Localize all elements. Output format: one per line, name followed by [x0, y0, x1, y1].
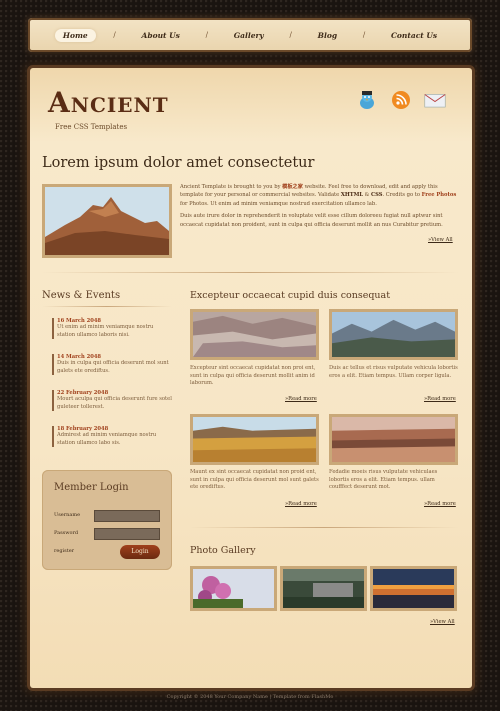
password-input[interactable]	[94, 528, 160, 540]
site-logo[interactable]: Ancient	[48, 86, 169, 119]
free-photos-link[interactable]: Free Photos	[422, 192, 457, 198]
feature-headline: Lorem ipsum dolor amet consectetur	[42, 155, 315, 171]
read-more-link[interactable]: »Read more	[285, 501, 317, 507]
register-link[interactable]: register	[54, 548, 74, 554]
news-text: Mourt aculpa qui officia deserunt fure s…	[57, 396, 172, 410]
gallery-title: Photo Gallery	[190, 545, 256, 556]
read-more-link[interactable]: »Read more	[424, 501, 456, 507]
read-more-link[interactable]: »Read more	[424, 396, 456, 402]
feature-paragraph-1: Ancient Template is brought to you by 模板…	[180, 184, 457, 207]
nav-contact-us[interactable]: Contact Us	[383, 29, 445, 42]
nav-separator: /	[289, 31, 292, 39]
news-text: Duis in culpa qui officia deserunt mol s…	[57, 360, 169, 374]
article-thumbnail[interactable]	[190, 414, 319, 465]
credit-link[interactable]: 模板之家	[282, 184, 303, 190]
article-text: Fedadie moeis risus vulputate vehiculaes…	[329, 469, 438, 490]
social-icons	[356, 90, 446, 110]
news-title: News & Events	[42, 290, 121, 301]
nav-gallery[interactable]: Gallery	[226, 29, 272, 42]
article-text: Duis ac tellus et risus vulputate vehicu…	[329, 365, 458, 379]
twitter-bird-icon[interactable]	[356, 90, 378, 110]
gallery-image[interactable]	[280, 566, 367, 611]
nav-home[interactable]: Home	[54, 28, 96, 42]
article-text: Maunt ex sint occaecat cupidatat non pro…	[190, 469, 319, 490]
article-text: Excepteur sint occaecat cupidatat non pr…	[190, 365, 316, 386]
gallery-image[interactable]	[370, 566, 457, 611]
mail-icon[interactable]	[424, 90, 446, 110]
news-item[interactable]: 18 February 2048 Admirest ad minim venia…	[52, 426, 172, 447]
news-text: Admirest ad minim veniamque nostru stati…	[57, 432, 157, 446]
member-login-box: Member Login Username Password register …	[42, 470, 172, 570]
news-text: Ut enim ad minim veniamque nostru statio…	[57, 324, 154, 338]
login-button[interactable]: Login	[120, 545, 160, 559]
nav-about-us[interactable]: About Us	[134, 29, 188, 42]
feature-view-all-link[interactable]: »View All	[428, 237, 453, 243]
site-tagline: Free CSS Templates	[55, 123, 128, 131]
top-nav: Home / About Us / Gallery / Blog / Conta…	[28, 18, 472, 52]
gallery-view-all-link[interactable]: »View All	[430, 619, 455, 625]
nav-separator: /	[205, 31, 208, 39]
article-thumbnail[interactable]	[329, 309, 458, 360]
footer-copyright: Copyright © 2048 Your Company Name | Tem…	[166, 694, 334, 700]
section-divider	[42, 272, 458, 273]
nav-separator: /	[113, 31, 116, 39]
rss-icon[interactable]	[390, 90, 412, 110]
section-divider	[190, 527, 458, 528]
articles-title: Excepteur occaecat cupid duis consequat	[190, 290, 391, 301]
gallery-image[interactable]	[190, 566, 277, 611]
feature-paragraph-2: Duis aute irure dolor in reprehenderit i…	[180, 213, 443, 228]
feature-text: Ancient Template is brought to you by 模板…	[180, 183, 458, 233]
news-item[interactable]: 16 March 2048 Ut enim ad minim veniamque…	[52, 318, 172, 339]
news-item[interactable]: 14 March 2048 Duis in culpa qui officia …	[52, 354, 172, 375]
nav-blog[interactable]: Blog	[310, 29, 345, 42]
read-more-link[interactable]: »Read more	[285, 396, 317, 402]
news-divider	[42, 306, 172, 307]
article-thumbnail[interactable]	[329, 414, 458, 465]
login-title: Member Login	[54, 482, 129, 493]
css-link[interactable]: CSS	[371, 192, 383, 198]
article-thumbnail[interactable]	[190, 309, 319, 360]
news-item[interactable]: 22 February 2048 Mourt aculpa qui offici…	[52, 390, 172, 411]
username-label: Username	[54, 512, 81, 518]
password-label: Password	[54, 530, 79, 536]
nav-separator: /	[362, 31, 366, 39]
username-input[interactable]	[94, 510, 160, 522]
feature-image	[42, 184, 172, 258]
xhtml-link[interactable]: XHTML	[341, 192, 363, 198]
